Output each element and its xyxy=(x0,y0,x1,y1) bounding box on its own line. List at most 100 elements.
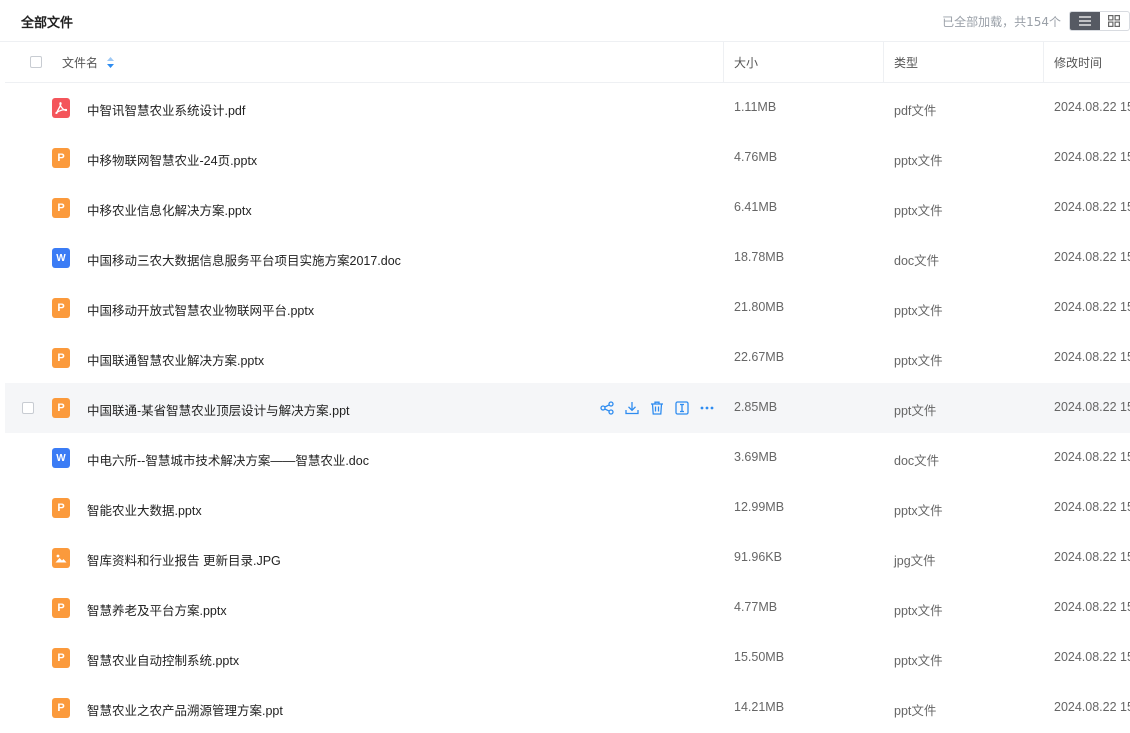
download-button[interactable] xyxy=(624,400,640,416)
column-size-header[interactable]: 大小 xyxy=(734,42,758,82)
file-name-link[interactable]: 中电六所--智慧城市技术解决方案——智慧农业.doc xyxy=(87,450,369,469)
file-modified-time: 2024.08.22 15 xyxy=(1054,450,1130,464)
file-size: 21.80MB xyxy=(734,300,785,314)
file-row[interactable]: P 中国联通-某省智慧农业顶层设计与解决方案.ppt 2.85MB ppt文件 2024… xyxy=(5,383,1130,433)
file-modified-time: 2024.08.22 15 xyxy=(1054,650,1130,664)
file-name-link[interactable]: 智能农业大数据.pptx xyxy=(87,500,202,519)
file-modified-time: 2024.08.22 15 xyxy=(1054,150,1130,164)
file-name-link[interactable]: 中智讯智慧农业系统设计.pdf xyxy=(87,100,245,119)
ppt-file-icon: P xyxy=(52,348,70,368)
doc-file-icon: W xyxy=(52,448,70,468)
list-view-button[interactable] xyxy=(1070,12,1100,30)
grid-view-button[interactable] xyxy=(1100,12,1130,30)
file-size: 14.21MB xyxy=(734,700,785,714)
file-size: 3.69MB xyxy=(734,450,778,464)
share-icon xyxy=(600,401,614,415)
file-size: 4.77MB xyxy=(734,600,778,614)
file-type: doc文件 xyxy=(894,454,940,468)
delete-button[interactable] xyxy=(649,400,665,416)
file-name-link[interactable]: 中移物联网智慧农业-24页.pptx xyxy=(87,150,257,169)
column-name-header[interactable]: 文件名 xyxy=(62,42,115,82)
file-row[interactable]: P 中移物联网智慧农业-24页.pptx 4.76MB pptx文件 2024.08.2… xyxy=(5,133,1130,183)
column-modified-header[interactable]: 修改时间 xyxy=(1054,42,1102,82)
column-divider xyxy=(723,42,724,82)
column-type-label: 类型 xyxy=(894,55,919,70)
file-name-link[interactable]: 智慧农业之农产品溯源管理方案.ppt xyxy=(87,700,283,719)
ppt-file-icon: P xyxy=(52,298,70,318)
ppt-file-icon: P xyxy=(52,698,70,718)
pdf-file-icon xyxy=(52,98,70,118)
file-name-link[interactable]: 智慧农业自动控制系统.pptx xyxy=(87,650,239,669)
file-modified-time: 2024.08.22 15 xyxy=(1054,200,1130,214)
file-type: pptx文件 xyxy=(894,654,943,668)
file-type: pptx文件 xyxy=(894,204,943,218)
doc-file-icon: W xyxy=(52,248,70,268)
file-size: 22.67MB xyxy=(734,350,785,364)
file-row[interactable]: P 智能农业大数据.pptx 12.99MB pptx文件 2024.08.22 15 xyxy=(5,483,1130,533)
file-modified-time: 2024.08.22 15 xyxy=(1054,550,1130,564)
file-size: 15.50MB xyxy=(734,650,785,664)
file-row[interactable]: P 智慧农业之农产品溯源管理方案.ppt 14.21MB ppt文件 2024.08.2… xyxy=(5,683,1130,733)
rename-button[interactable] xyxy=(674,400,690,416)
toolbar: 全部文件 已全部加载，共154个 xyxy=(0,0,1130,42)
row-checkbox[interactable] xyxy=(22,402,34,414)
column-divider xyxy=(883,42,884,82)
view-toggle xyxy=(1069,11,1130,31)
table-header: 文件名 大小 类型 修改时间 xyxy=(5,42,1130,83)
file-name-link[interactable]: 中移农业信息化解决方案.pptx xyxy=(87,200,252,219)
file-name-link[interactable]: 中国联通智慧农业解决方案.pptx xyxy=(87,350,264,369)
file-modified-time: 2024.08.22 15 xyxy=(1054,600,1130,614)
file-row[interactable]: W 中国移动三农大数据信息服务平台项目实施方案2017.doc 18.78MB doc… xyxy=(5,233,1130,283)
grid-icon xyxy=(1108,15,1121,27)
file-row[interactable]: P 智慧农业自动控制系统.pptx 15.50MB pptx文件 2024.08.22 … xyxy=(5,633,1130,683)
file-modified-time: 2024.08.22 15 xyxy=(1054,300,1130,314)
file-name-link[interactable]: 智慧养老及平台方案.pptx xyxy=(87,600,227,619)
file-size: 6.41MB xyxy=(734,200,778,214)
file-modified-time: 2024.08.22 15 xyxy=(1054,700,1130,714)
file-row[interactable]: W 中电六所--智慧城市技术解决方案——智慧农业.doc 3.69MB doc文件 20… xyxy=(5,433,1130,483)
file-size: 12.99MB xyxy=(734,500,785,514)
file-type: jpg文件 xyxy=(894,554,936,568)
load-status: 已全部加载，共154个 xyxy=(942,15,1061,29)
download-icon xyxy=(625,401,639,415)
file-name-link[interactable]: 中国联通-某省智慧农业顶层设计与解决方案.ppt xyxy=(87,400,350,419)
sort-icon[interactable] xyxy=(107,56,115,68)
file-type: doc文件 xyxy=(894,254,940,268)
file-row[interactable]: 智库资料和行业报告 更新目录.JPG 91.96KB jpg文件 2024.08.22… xyxy=(5,533,1130,583)
more-icon xyxy=(700,401,714,415)
file-size: 18.78MB xyxy=(734,250,785,264)
file-name-link[interactable]: 中国移动三农大数据信息服务平台项目实施方案2017.doc xyxy=(87,250,401,269)
file-row[interactable]: P 智慧养老及平台方案.pptx 4.77MB pptx文件 2024.08.22 15 xyxy=(5,583,1130,633)
column-type-header[interactable]: 类型 xyxy=(894,42,918,82)
file-name-link[interactable]: 中国移动开放式智慧农业物联网平台.pptx xyxy=(87,300,314,319)
column-modified-label: 修改时间 xyxy=(1054,55,1103,70)
file-size: 2.85MB xyxy=(734,400,778,414)
ppt-file-icon: P xyxy=(52,648,70,668)
file-modified-time: 2024.08.22 15 xyxy=(1054,100,1130,114)
file-row[interactable]: P 中国移动开放式智慧农业物联网平台.pptx 21.80MB pptx文件 2024.… xyxy=(5,283,1130,333)
file-row[interactable]: P 中移农业信息化解决方案.pptx 6.41MB pptx文件 2024.08.22 … xyxy=(5,183,1130,233)
page-title: 全部文件 xyxy=(21,16,74,31)
more-button[interactable] xyxy=(699,400,715,416)
file-modified-time: 2024.08.22 15 xyxy=(1054,250,1130,264)
file-name-link[interactable]: 智库资料和行业报告 更新目录.JPG xyxy=(87,550,281,569)
file-modified-time: 2024.08.22 15 xyxy=(1054,350,1130,364)
rename-icon xyxy=(675,401,689,415)
file-row[interactable]: P 中国联通智慧农业解决方案.pptx 22.67MB pptx文件 2024.08.2… xyxy=(5,333,1130,383)
file-type: ppt文件 xyxy=(894,704,937,718)
image-file-icon xyxy=(52,548,70,568)
file-type: pptx文件 xyxy=(894,504,943,518)
select-all-checkbox[interactable] xyxy=(30,56,42,68)
column-size-label: 大小 xyxy=(734,55,759,70)
file-size: 4.76MB xyxy=(734,150,778,164)
share-button[interactable] xyxy=(599,400,615,416)
file-size: 91.96KB xyxy=(734,550,782,564)
file-type: pptx文件 xyxy=(894,604,943,618)
file-row[interactable]: 中智讯智慧农业系统设计.pdf 1.11MB pdf文件 2024.08.22 15 xyxy=(5,83,1130,133)
file-size: 1.11MB xyxy=(734,100,777,114)
file-modified-time: 2024.08.22 15 xyxy=(1054,400,1130,414)
column-name-label: 文件名 xyxy=(62,55,99,70)
list-icon xyxy=(1078,16,1091,26)
file-type: pptx文件 xyxy=(894,154,943,168)
file-modified-time: 2024.08.22 15 xyxy=(1054,500,1130,514)
